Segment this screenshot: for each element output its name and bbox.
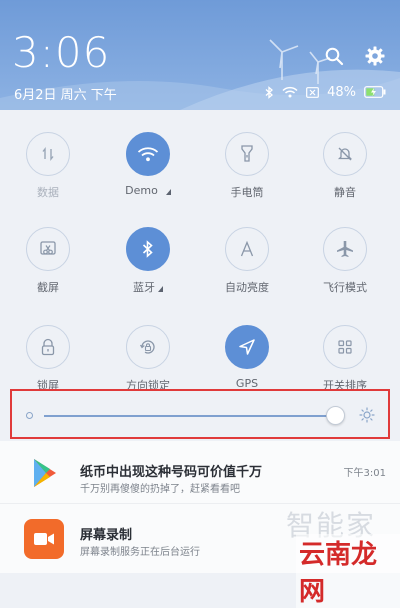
toggle-sort-switches[interactable]: 开关排序	[300, 325, 390, 393]
toggle-circle[interactable]	[26, 227, 70, 271]
date-label: 6月2日 周六 下午	[14, 88, 117, 103]
notification-title: 屏幕录制	[80, 528, 133, 543]
toggle-gps[interactable]: GPS	[202, 325, 292, 390]
toggle-auto-brightness[interactable]: 自动亮度	[202, 227, 292, 295]
toggle-mobile-data[interactable]: 数据	[3, 132, 93, 200]
dropdown-caret-icon[interactable]	[158, 286, 163, 292]
toggle-circle[interactable]	[26, 132, 70, 176]
status-header: 3:06 6月2日 周六 下午 48%	[0, 0, 400, 110]
toggle-circle[interactable]	[225, 132, 269, 176]
auto-brightness-icon	[240, 241, 254, 257]
status-icons: 48%	[265, 84, 386, 100]
toggle-circle[interactable]	[225, 227, 269, 271]
notification-body: 屏幕录制服务正在后台运行	[80, 547, 200, 558]
bluetooth-icon	[142, 240, 153, 258]
gear-icon[interactable]	[365, 46, 385, 66]
video-camera-icon	[34, 533, 54, 545]
rotation-lock-icon	[139, 340, 155, 354]
toggle-circle[interactable]	[26, 325, 70, 369]
dropdown-caret-icon[interactable]	[165, 189, 171, 195]
toggle-circle[interactable]	[126, 227, 170, 271]
toggle-flashlight[interactable]: 手电筒	[202, 132, 292, 200]
bluetooth-icon	[265, 85, 274, 99]
notification-item[interactable]: 纸币中出现这种号码可价值千万 千万别再傻傻的扔掉了，赶紧看看吧 下午3:01	[0, 441, 400, 504]
screenshot-scissors-icon	[40, 241, 56, 255]
toggle-circle[interactable]	[323, 132, 367, 176]
toggle-wifi[interactable]: Demo	[103, 132, 193, 197]
brightness-track[interactable]	[44, 415, 340, 417]
toggle-airplane[interactable]: 飞行模式	[300, 227, 390, 295]
screen-recorder-app-icon	[24, 519, 64, 559]
brightness-slider-highlight	[10, 389, 390, 439]
toggle-label: 蓝牙	[103, 279, 193, 295]
toggle-label: 静音	[334, 186, 356, 199]
toggle-silent[interactable]: 静音	[300, 132, 390, 200]
toggle-circle[interactable]	[323, 325, 367, 369]
brightness-slider-thumb[interactable]	[325, 406, 345, 425]
toggle-rotation-lock[interactable]: 方向锁定	[103, 325, 193, 393]
toggle-circle[interactable]	[126, 325, 170, 369]
airplane-icon	[337, 241, 353, 257]
grid-sort-icon	[338, 340, 352, 354]
clock-time: 3:06	[12, 28, 111, 77]
notification-body: 千万别再傻傻的扔掉了，赶紧看看吧	[80, 484, 240, 495]
wifi-icon	[137, 147, 159, 162]
battery-charging-icon	[364, 86, 386, 98]
mobile-data-icon	[42, 147, 54, 161]
bell-mute-icon	[337, 147, 353, 161]
toggle-bluetooth[interactable]: 蓝牙	[103, 227, 193, 295]
gps-icon	[239, 339, 255, 355]
brightness-min-icon	[26, 412, 33, 419]
lock-icon	[41, 338, 55, 356]
notification-time: 下午3:01	[343, 468, 386, 479]
sun-brightness-icon	[359, 407, 375, 423]
toggle-label-text: Demo	[125, 184, 158, 197]
toggle-label: 截屏	[37, 281, 59, 294]
toggle-circle[interactable]	[323, 227, 367, 271]
toggle-circle[interactable]	[225, 325, 269, 369]
toggle-label: 数据	[37, 186, 59, 199]
toggle-label: 自动亮度	[225, 281, 269, 294]
toggle-label-text: 蓝牙	[133, 281, 155, 294]
battery-percent: 48%	[327, 84, 356, 100]
toggle-label: Demo	[103, 184, 193, 197]
toggle-lock-screen[interactable]: 锁屏	[3, 325, 93, 393]
notification-title: 纸币中出现这种号码可价值千万	[80, 465, 263, 480]
toggle-circle[interactable]	[126, 132, 170, 176]
search-icon[interactable]	[324, 46, 344, 66]
toggle-label: 手电筒	[230, 186, 264, 199]
wifi-icon	[282, 86, 298, 98]
flashlight-icon	[241, 145, 253, 162]
play-store-icon	[34, 459, 56, 487]
toggle-screenshot[interactable]: 截屏	[3, 227, 93, 295]
no-sim-icon	[306, 86, 319, 98]
watermark-yunnan: 云南龙网	[296, 534, 400, 608]
toggle-label: 飞行模式	[323, 281, 367, 294]
